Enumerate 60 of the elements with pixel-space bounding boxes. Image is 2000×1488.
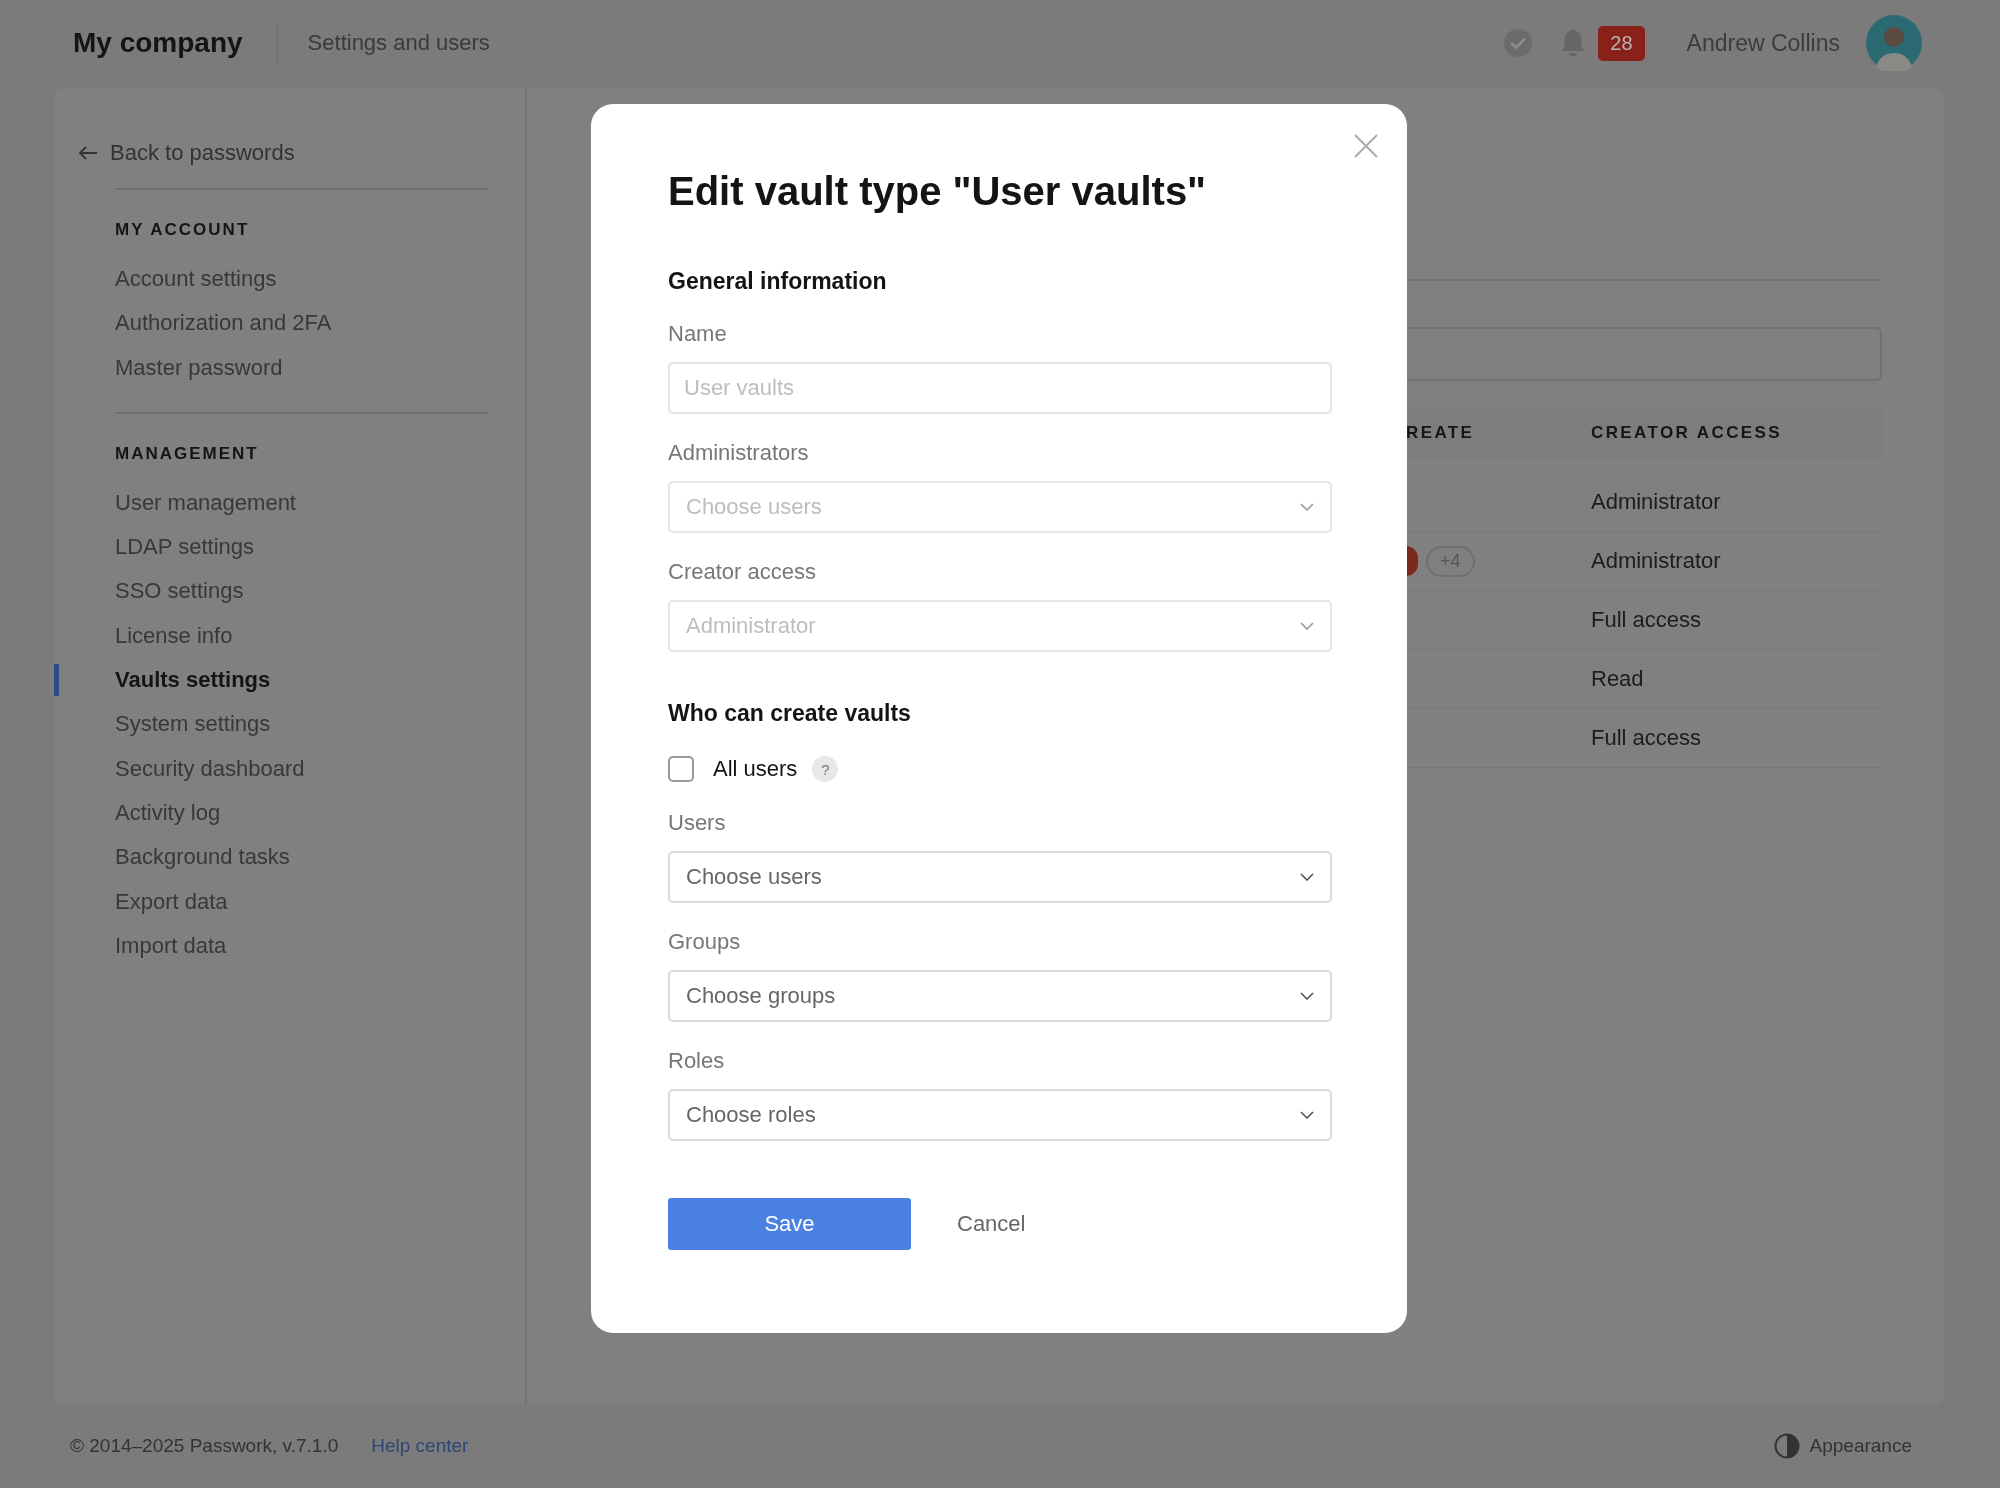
table-cell: Read [1591, 666, 1644, 692]
chevron-down-icon [1300, 622, 1314, 630]
sidebar-item[interactable]: Vaults settings [115, 658, 271, 703]
field-label: Administrators [668, 440, 809, 466]
section-heading: General information [668, 267, 888, 295]
table-cell: Administrator [1591, 548, 1721, 574]
back-link[interactable]: Back to passwords [78, 140, 295, 188]
dialog-title: Edit vault type "User vaults" [668, 168, 1208, 215]
help-icon[interactable]: ? [812, 756, 839, 782]
column-heading: REATE [1406, 422, 1476, 443]
chevron-down-icon [1300, 503, 1314, 511]
chevron-down-icon [1300, 1111, 1314, 1119]
table-cell: Full access [1591, 725, 1702, 751]
notification-count[interactable]: 28 [1598, 25, 1645, 61]
avatar-icon[interactable] [1866, 15, 1922, 71]
field-label: Creator access [668, 559, 816, 585]
sidebar-item[interactable]: SSO settings [115, 569, 244, 614]
cancel-button[interactable]: Cancel [937, 1198, 1046, 1250]
group-heading: MANAGEMENT [115, 442, 260, 465]
arrow-left-icon [78, 145, 98, 161]
sidebar-item[interactable]: Background tasks [115, 835, 290, 880]
field-label: Groups [668, 929, 741, 955]
sidebar-item[interactable]: License info [115, 613, 233, 659]
section-heading: Who can create vaults [668, 699, 912, 727]
select-field[interactable]: Choose users [668, 851, 1332, 903]
check-icon[interactable] [1504, 29, 1533, 57]
table-cell: Full access [1591, 607, 1702, 633]
checkbox[interactable] [668, 756, 694, 782]
sidebar-item[interactable]: Master password [115, 345, 283, 390]
sidebar-item[interactable]: Activity log [115, 790, 221, 836]
group-heading: MY ACCOUNT [115, 219, 251, 241]
checkbox-label[interactable]: All users [713, 756, 798, 782]
user-name[interactable]: Andrew Collins [1686, 29, 1840, 57]
field-label: Users [668, 810, 726, 836]
save-button[interactable]: Save [668, 1198, 911, 1250]
active-indicator [54, 664, 59, 697]
contrast-icon[interactable] [1773, 1433, 1800, 1459]
table-cell: Administrator [1591, 489, 1721, 515]
sidebar-item[interactable]: Authorization and 2FA [115, 301, 332, 346]
sidebar-item[interactable]: Security dashboard [115, 746, 305, 791]
copyright-text: © 2014–2025 Passwork, v.7.1.0 [70, 1435, 339, 1457]
chevron-down-icon [1300, 873, 1314, 881]
select-field[interactable]: Choose roles [668, 1089, 1332, 1141]
column-heading: CREATOR ACCESS [1591, 422, 1783, 443]
sidebar-item[interactable]: Import data [115, 923, 227, 969]
sidebar-item[interactable]: System settings [115, 702, 271, 747]
company-logo[interactable]: My company [73, 21, 278, 65]
help-link[interactable]: Help center [371, 1435, 469, 1457]
field-label: Name [668, 321, 727, 347]
search-field[interactable] [1406, 327, 1882, 381]
sidebar-item[interactable]: User management [115, 480, 296, 526]
sidebar-item[interactable]: Account settings [115, 257, 277, 302]
sidebar-item[interactable]: LDAP settings [115, 525, 254, 570]
section-title: Settings and users [307, 30, 490, 56]
close-icon[interactable] [1354, 134, 1378, 158]
sidebar-item[interactable]: Export data [115, 879, 228, 924]
appearance-link[interactable]: Appearance [1809, 1435, 1912, 1457]
field-label: Roles [668, 1048, 725, 1074]
select-field[interactable]: Choose groups [668, 970, 1332, 1022]
chevron-down-icon [1300, 992, 1314, 1000]
